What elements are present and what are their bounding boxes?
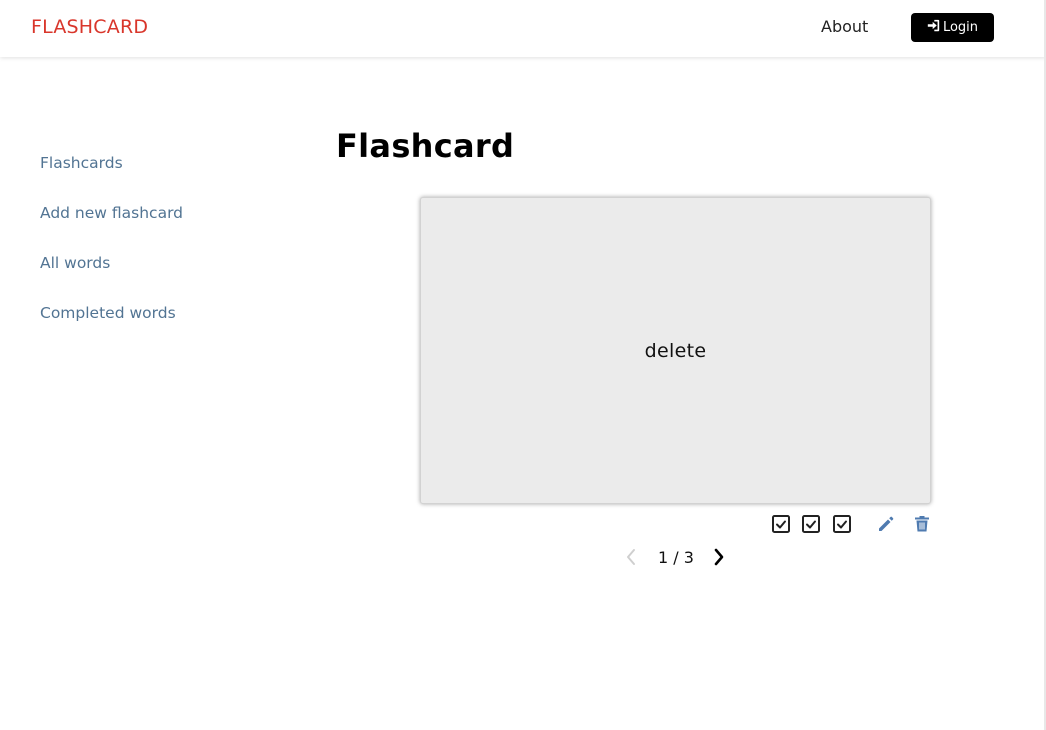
- check-square-icon[interactable]: [801, 514, 821, 534]
- login-button[interactable]: Login: [911, 13, 994, 42]
- pagination: 1 / 3: [0, 544, 1046, 572]
- chevron-right-icon[interactable]: [710, 546, 728, 568]
- chevron-left-icon[interactable]: [622, 546, 640, 568]
- nav-about-link[interactable]: About: [821, 17, 868, 36]
- sidebar-item-completed-words[interactable]: Completed words: [40, 302, 183, 352]
- check-square-icon[interactable]: [832, 514, 852, 534]
- sidebar: Flashcards Add new flashcard All words C…: [40, 152, 183, 352]
- page-total: 3: [683, 548, 694, 567]
- brand-logo[interactable]: FLASHCARD: [31, 16, 148, 38]
- sidebar-item-flashcards[interactable]: Flashcards: [40, 152, 183, 202]
- page-title: Flashcard: [336, 127, 515, 165]
- check-square-icon[interactable]: [771, 514, 791, 534]
- page-current: 1: [658, 548, 669, 567]
- trash-icon[interactable]: [912, 514, 932, 534]
- sidebar-item-add-new-flashcard[interactable]: Add new flashcard: [40, 202, 183, 252]
- card-actions: [0, 514, 1046, 538]
- flashcard-word: delete: [644, 339, 707, 362]
- sidebar-item-all-words[interactable]: All words: [40, 252, 183, 302]
- login-label: Login: [942, 20, 979, 35]
- top-navbar: FLASHCARD About Login: [0, 0, 1046, 57]
- page-indicator: 1 / 3: [658, 548, 694, 567]
- sign-in-icon: [927, 19, 940, 36]
- flashcard[interactable]: delete: [420, 197, 931, 504]
- page-separator: /: [673, 548, 679, 567]
- pencil-icon[interactable]: [876, 514, 896, 534]
